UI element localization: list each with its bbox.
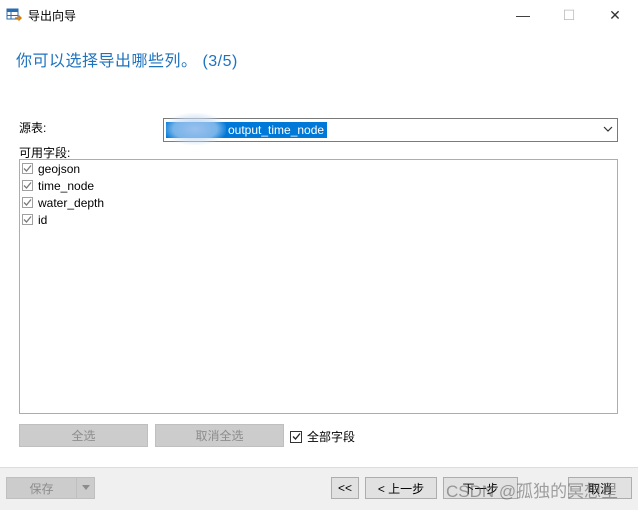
close-icon: ✕: [609, 6, 621, 23]
field-name: geojson: [38, 161, 81, 176]
minimize-icon: —: [516, 7, 530, 23]
field-item[interactable]: time_node: [22, 177, 94, 194]
all-fields-label: 全部字段: [307, 430, 356, 444]
previous-step-button[interactable]: < 上一步: [365, 477, 437, 499]
redaction-blur: [164, 113, 226, 145]
maximize-icon: ☐: [562, 6, 576, 23]
first-step-button[interactable]: <<: [331, 477, 359, 499]
field-item[interactable]: geojson: [22, 160, 80, 177]
select-all-button[interactable]: 全选: [19, 424, 148, 447]
available-fields-list: geojson time_node water_depth id: [19, 159, 618, 414]
field-item[interactable]: water_depth: [22, 194, 104, 211]
dropdown-arrow-icon[interactable]: [77, 478, 94, 498]
save-split-button[interactable]: 保存: [6, 477, 95, 499]
minimize-button[interactable]: —: [500, 0, 546, 30]
close-button[interactable]: ✕: [592, 0, 638, 30]
step-heading: 你可以选择导出哪些列。 (3/5): [16, 53, 238, 70]
field-checkbox[interactable]: [22, 163, 33, 174]
field-name: time_node: [38, 178, 95, 193]
field-checkbox[interactable]: [22, 180, 33, 191]
field-checkbox[interactable]: [22, 214, 33, 225]
chevron-down-icon: [603, 123, 613, 133]
all-fields-checkbox[interactable]: 全部字段: [290, 428, 355, 445]
cancel-button[interactable]: 取消: [568, 477, 632, 499]
footer-bar: [0, 467, 638, 510]
window-title: 导出向导: [28, 9, 77, 23]
field-checkbox[interactable]: [22, 197, 33, 208]
source-table-label: 源表:: [19, 121, 47, 135]
save-button-label: 保存: [7, 478, 77, 498]
next-step-button[interactable]: 下一步: [443, 477, 518, 499]
field-name: id: [38, 212, 48, 227]
field-item[interactable]: id: [22, 211, 47, 228]
checkbox-checked-icon: [290, 430, 302, 443]
source-table-select[interactable]: output_time_node: [163, 113, 618, 145]
deselect-all-button[interactable]: 取消全选: [155, 424, 284, 447]
table-export-icon: [6, 7, 23, 23]
maximize-button[interactable]: ☐: [546, 0, 592, 30]
field-name: water_depth: [38, 195, 105, 210]
